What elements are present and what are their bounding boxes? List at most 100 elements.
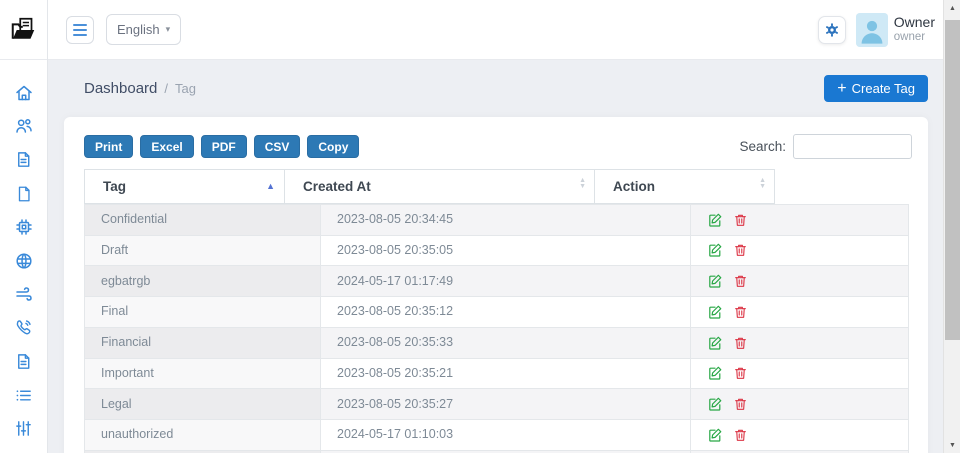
user-info[interactable]: Owner owner — [894, 15, 935, 43]
menu-toggle-button[interactable] — [66, 16, 94, 44]
edit-icon — [707, 396, 723, 412]
column-label: Created At — [303, 179, 371, 194]
sidebar-item-workflow[interactable] — [0, 278, 48, 312]
settings-button[interactable] — [818, 16, 846, 44]
create-tag-button[interactable]: + Create Tag — [824, 75, 928, 102]
edit-tag-button[interactable] — [707, 396, 723, 412]
globe-icon — [14, 251, 34, 271]
csv-button[interactable]: CSV — [254, 135, 301, 158]
home-icon — [14, 83, 34, 103]
column-header-action[interactable]: Action ▲ ▼ — [595, 170, 775, 204]
breadcrumb-current: Tag — [175, 81, 196, 96]
edit-tag-button[interactable] — [707, 365, 723, 381]
search-input[interactable] — [793, 134, 912, 159]
action-cell — [691, 235, 909, 266]
vertical-scrollbar[interactable]: ▲ ▼ — [943, 0, 960, 453]
plus-icon: + — [837, 81, 846, 97]
scroll-down-icon[interactable]: ▼ — [944, 437, 960, 453]
sliders-icon — [14, 419, 33, 438]
edit-icon — [707, 304, 723, 320]
delete-tag-button[interactable] — [733, 242, 748, 258]
table-row: Legal 2023-08-05 20:35:27 — [85, 389, 909, 420]
chip-icon — [14, 217, 34, 237]
delete-tag-button[interactable] — [733, 335, 748, 351]
create-tag-label: Create Tag — [852, 81, 915, 96]
breadcrumb: Dashboard / Tag + Create Tag — [48, 60, 943, 117]
sidebar-item-calls[interactable] — [0, 311, 48, 345]
table-row: Draft 2023-08-05 20:35:05 — [85, 235, 909, 266]
document-icon — [14, 150, 33, 169]
created-at-cell: 2024-05-17 01:10:03 — [321, 419, 691, 450]
column-header-tag[interactable]: Tag ▲ — [85, 170, 285, 204]
scrollbar-thumb[interactable] — [945, 20, 960, 340]
user-role: owner — [894, 31, 935, 44]
table-row: Final 2023-08-05 20:35:12 — [85, 297, 909, 328]
edit-icon — [707, 273, 723, 289]
sidebar-item-documents[interactable] — [0, 143, 48, 177]
edit-icon — [707, 242, 723, 258]
edit-tag-button[interactable] — [707, 212, 723, 228]
sidebar-item-web[interactable] — [0, 244, 48, 278]
user-avatar[interactable] — [856, 13, 888, 47]
created-at-cell: 2023-08-05 20:35:27 — [321, 389, 691, 420]
document-alt-icon — [14, 352, 33, 371]
edit-icon — [707, 212, 723, 228]
delete-tag-button[interactable] — [733, 396, 748, 412]
copy-button[interactable]: Copy — [307, 135, 359, 158]
table-body: Confidential 2023-08-05 20:34:45 Draft 2… — [85, 205, 909, 453]
sidebar-item-reports[interactable] — [0, 345, 48, 379]
phone-icon — [14, 318, 33, 337]
topbar: English ▾ — [48, 0, 943, 60]
tag-cell: unauthorized — [85, 419, 321, 450]
tag-cell: Confidential — [85, 205, 321, 236]
sidebar-item-files[interactable] — [0, 177, 48, 211]
language-dropdown[interactable]: English ▾ — [106, 14, 181, 45]
main-content: Dashboard / Tag + Create Tag Print Excel… — [48, 60, 943, 453]
tag-table-header: Tag ▲ Created At ▲ ▼ Action ▲ — [84, 169, 775, 204]
breadcrumb-dashboard-link[interactable]: Dashboard — [84, 80, 157, 97]
tag-cell: Draft — [85, 235, 321, 266]
action-cell — [691, 358, 909, 389]
pdf-button[interactable]: PDF — [201, 135, 247, 158]
delete-tag-button[interactable] — [733, 212, 748, 228]
created-at-cell: 2023-08-05 20:35:12 — [321, 297, 691, 328]
sidebar-item-home[interactable] — [0, 76, 48, 110]
sort-asc-icon: ▲ — [266, 181, 275, 191]
sidebar — [0, 0, 48, 453]
trash-icon — [733, 427, 748, 443]
created-at-cell: 2023-08-05 20:35:21 — [321, 358, 691, 389]
action-cell — [691, 419, 909, 450]
edit-tag-button[interactable] — [707, 273, 723, 289]
sidebar-item-users[interactable] — [0, 110, 48, 144]
column-label: Tag — [103, 179, 126, 194]
sidebar-nav — [0, 60, 47, 453]
sidebar-item-settings[interactable] — [0, 412, 48, 446]
sidebar-item-system[interactable] — [0, 210, 48, 244]
folder-document-logo-icon — [9, 15, 39, 45]
created-at-cell: 2023-08-05 20:34:45 — [321, 205, 691, 236]
sidebar-item-list[interactable] — [0, 378, 48, 412]
excel-button[interactable]: Excel — [140, 135, 193, 158]
edit-tag-button[interactable] — [707, 304, 723, 320]
edit-icon — [707, 427, 723, 443]
edit-tag-button[interactable] — [707, 427, 723, 443]
edit-tag-button[interactable] — [707, 335, 723, 351]
delete-tag-button[interactable] — [733, 427, 748, 443]
delete-tag-button[interactable] — [733, 273, 748, 289]
created-at-cell: 2023-08-05 20:35:05 — [321, 235, 691, 266]
tag-cell: Legal — [85, 389, 321, 420]
tag-table: Confidential 2023-08-05 20:34:45 Draft 2… — [84, 204, 909, 453]
delete-tag-button[interactable] — [733, 365, 748, 381]
list-icon — [14, 386, 33, 405]
trash-icon — [733, 304, 748, 320]
action-cell — [691, 205, 909, 236]
tag-cell: Important — [85, 358, 321, 389]
edit-icon — [707, 335, 723, 351]
delete-tag-button[interactable] — [733, 304, 748, 320]
edit-tag-button[interactable] — [707, 242, 723, 258]
column-header-created-at[interactable]: Created At ▲ ▼ — [285, 170, 595, 204]
scroll-up-icon[interactable]: ▲ — [944, 0, 960, 16]
print-button[interactable]: Print — [84, 135, 133, 158]
app-logo[interactable] — [0, 0, 47, 60]
action-cell — [691, 266, 909, 297]
